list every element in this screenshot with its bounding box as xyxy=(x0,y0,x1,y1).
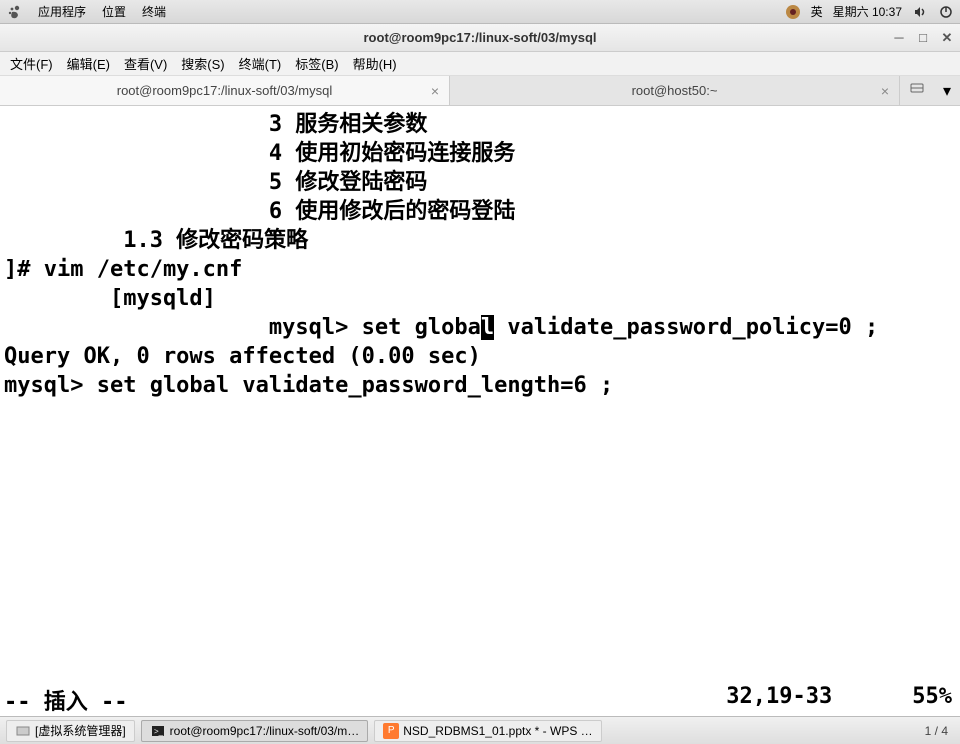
gnome-icon xyxy=(6,4,22,20)
app-menubar: 文件(F) 编辑(E) 查看(V) 搜索(S) 终端(T) 标签(B) 帮助(H… xyxy=(0,52,960,76)
svg-text:>_: >_ xyxy=(154,727,164,736)
tab-2-close-icon[interactable]: × xyxy=(881,83,889,99)
desktop-taskbar: [虚拟系统管理器] >_ root@room9pc17:/linux-soft/… xyxy=(0,716,960,744)
vim-cursor-line: mysql> set global validate_password_poli… xyxy=(4,313,956,342)
task-wps[interactable]: P NSD_RDBMS1_01.pptx * - WPS … xyxy=(374,720,601,742)
vim-line: Query OK, 0 rows affected (0.00 sec) xyxy=(4,342,956,371)
task-vm-manager[interactable]: [虚拟系统管理器] xyxy=(6,720,135,742)
terminal-output[interactable]: 3 服务相关参数 4 使用初始密码连接服务 5 修改登陆密码 6 使用修改后的密… xyxy=(0,106,960,684)
menu-applications[interactable]: 应用程序 xyxy=(38,3,86,20)
tab-1[interactable]: root@room9pc17:/linux-soft/03/mysql × xyxy=(0,76,450,105)
vim-line: mysql> set global validate_password_leng… xyxy=(4,371,956,400)
vm-icon xyxy=(15,723,31,739)
menu-search[interactable]: 搜索(S) xyxy=(177,52,228,75)
tab-2-label: root@host50:~ xyxy=(632,83,718,98)
vim-cursor: l xyxy=(481,315,494,340)
vim-line: 4 使用初始密码连接服务 xyxy=(4,139,956,168)
menu-tabs[interactable]: 标签(B) xyxy=(291,52,342,75)
wps-icon: P xyxy=(383,723,399,739)
vim-line: ]# vim /etc/my.cnf xyxy=(4,255,956,284)
menu-view[interactable]: 查看(V) xyxy=(120,52,171,75)
menu-places[interactable]: 位置 xyxy=(102,3,126,20)
desktop-topbar: 应用程序 位置 终端 英 星期六 10:37 xyxy=(0,0,960,24)
tab-1-label: root@room9pc17:/linux-soft/03/mysql xyxy=(117,83,333,98)
vim-line: 6 使用修改后的密码登陆 xyxy=(4,197,956,226)
task-label: NSD_RDBMS1_01.pptx * - WPS … xyxy=(403,724,592,738)
terminal-tabbar: root@room9pc17:/linux-soft/03/mysql × ro… xyxy=(0,76,960,106)
vim-line: 3 服务相关参数 xyxy=(4,110,956,139)
window-title: root@room9pc17:/linux-soft/03/mysql xyxy=(364,30,597,45)
task-label: root@room9pc17:/linux-soft/03/m… xyxy=(170,724,360,738)
vim-statusline: -- 插入 -- 32,19-33 55% xyxy=(0,684,960,716)
menu-file[interactable]: 文件(F) xyxy=(6,52,57,75)
terminal-icon: >_ xyxy=(150,723,166,739)
ime-indicator[interactable]: 英 xyxy=(811,3,823,20)
vim-percent: 55% xyxy=(912,684,952,716)
recorder-icon[interactable] xyxy=(785,4,801,20)
workspace-indicator[interactable]: 1 / 4 xyxy=(919,724,954,738)
minimize-button[interactable]: ─ xyxy=(892,31,906,45)
window-titlebar: root@room9pc17:/linux-soft/03/mysql ─ □ … xyxy=(0,24,960,52)
vim-line: 5 修改登陆密码 xyxy=(4,168,956,197)
menu-terminal-app[interactable]: 终端(T) xyxy=(235,52,286,75)
task-label: [虚拟系统管理器] xyxy=(35,722,126,739)
vim-mode: -- 插入 -- xyxy=(4,684,127,716)
clock[interactable]: 星期六 10:37 xyxy=(833,3,902,20)
vim-line: 1.3 修改密码策略 xyxy=(4,226,956,255)
tab-1-close-icon[interactable]: × xyxy=(431,83,439,99)
menu-help[interactable]: 帮助(H) xyxy=(349,52,401,75)
menu-edit[interactable]: 编辑(E) xyxy=(63,52,114,75)
menu-terminal[interactable]: 终端 xyxy=(142,3,166,20)
maximize-button[interactable]: □ xyxy=(916,31,930,45)
power-icon[interactable] xyxy=(938,4,954,20)
tab-menu-chevron-icon[interactable]: ▾ xyxy=(943,81,951,101)
volume-icon[interactable] xyxy=(912,4,928,20)
task-terminal[interactable]: >_ root@room9pc17:/linux-soft/03/m… xyxy=(141,720,369,742)
close-button[interactable]: ✕ xyxy=(940,31,954,45)
broadcast-icon[interactable] xyxy=(909,80,925,101)
vim-position: 32,19-33 xyxy=(726,684,832,716)
vim-line: [mysqld] xyxy=(4,284,956,313)
tab-2[interactable]: root@host50:~ × xyxy=(450,76,900,105)
